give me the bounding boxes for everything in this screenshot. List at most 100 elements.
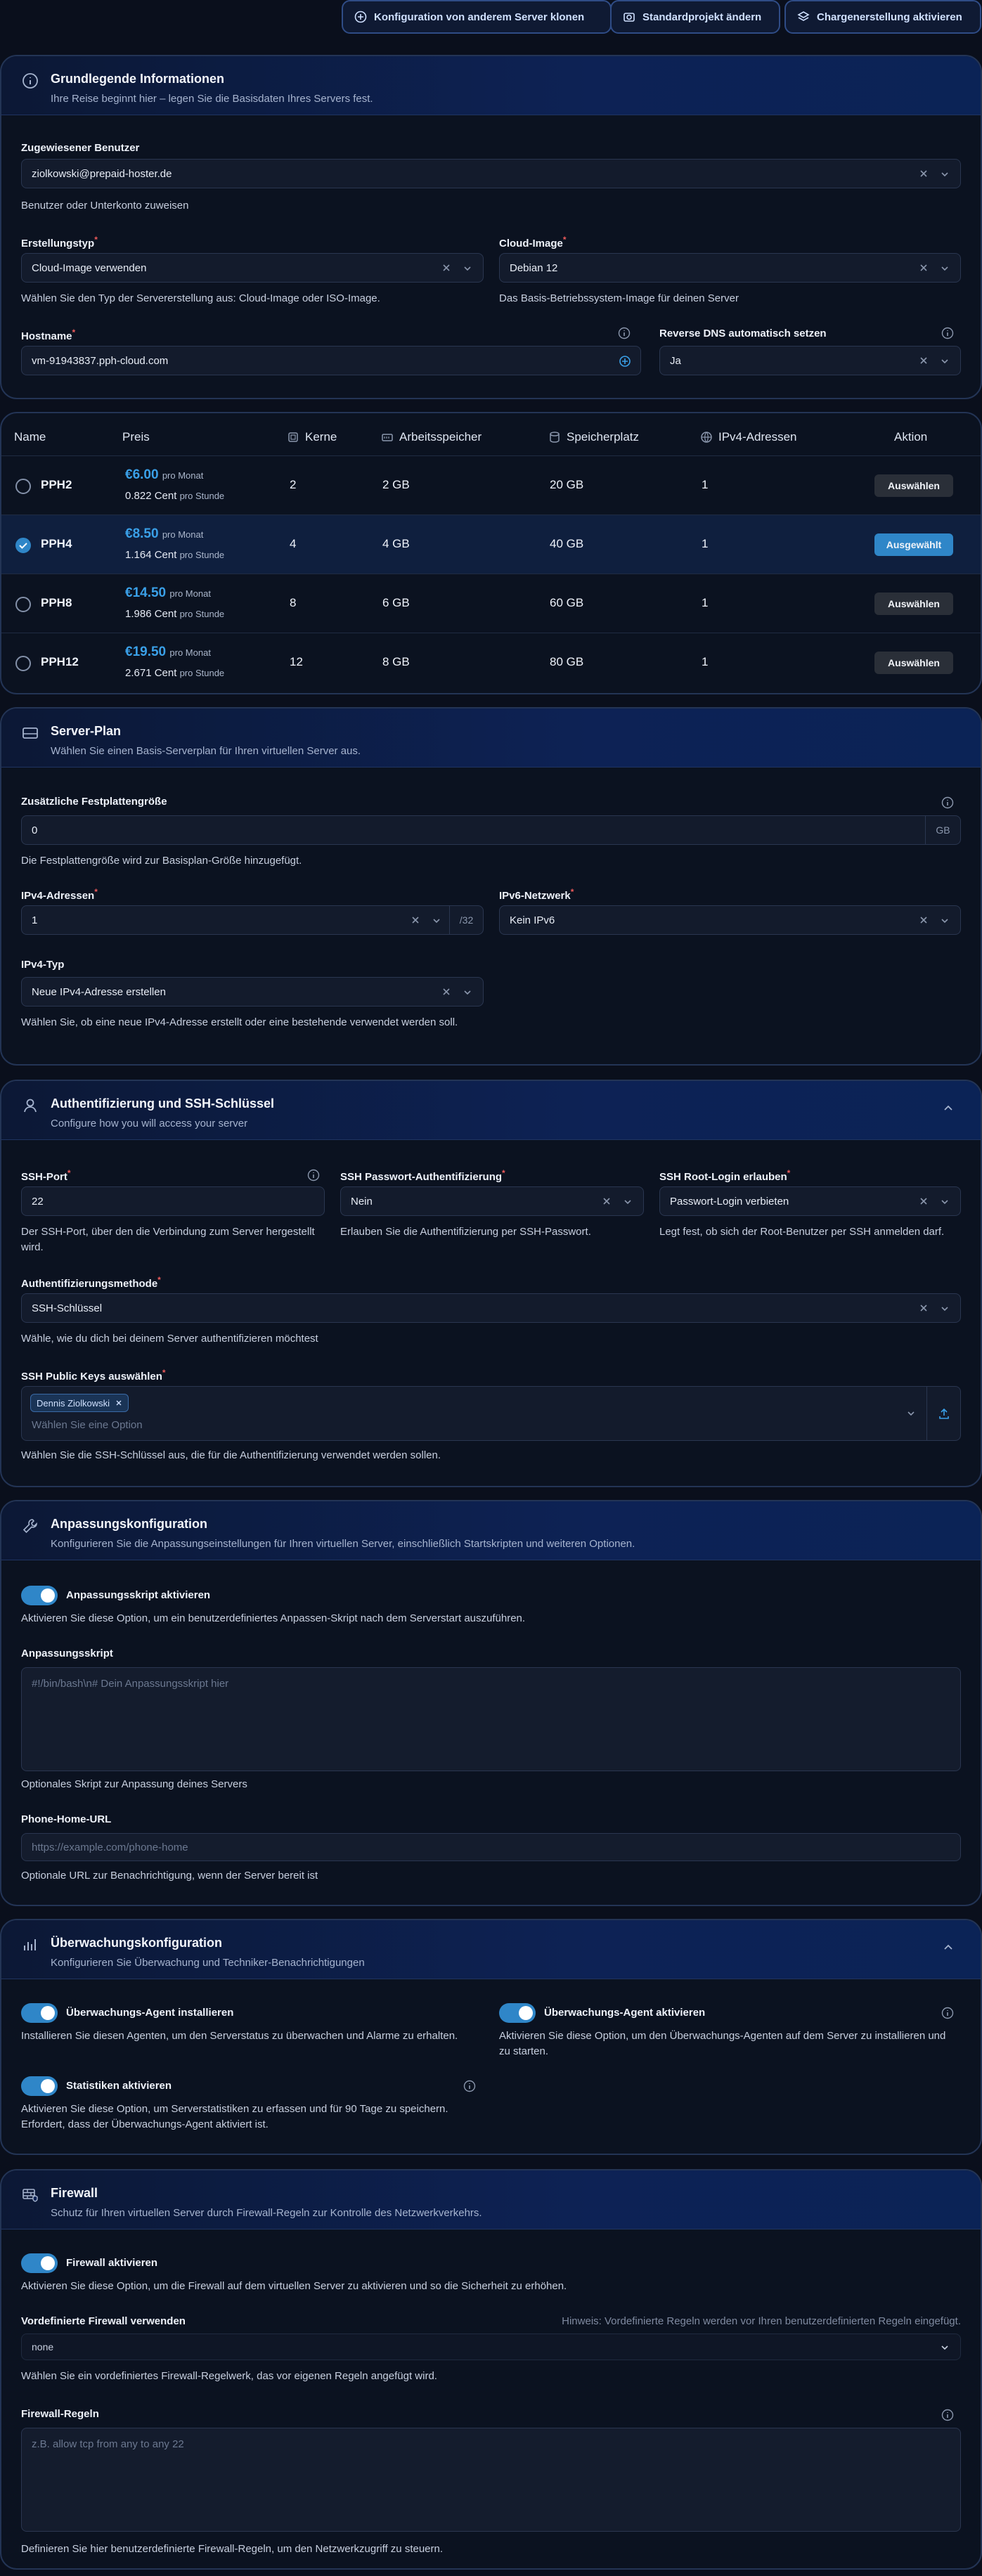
disk-size-input[interactable]: 0 GB [21,815,961,845]
chevron-down-icon[interactable] [939,915,950,926]
camera-icon [624,13,635,22]
plan-radio[interactable] [15,597,31,612]
chevron-down-icon[interactable] [939,2342,950,2353]
custom-script-toggle[interactable] [21,1586,58,1605]
col-name: Name [14,430,46,444]
ssh-port-input[interactable]: 22 [21,1186,325,1216]
clear-icon[interactable] [441,986,452,997]
custom-script-textarea[interactable]: #!/bin/bash\n# Dein Anpassungsskript hie… [21,1667,961,1771]
phone-home-input[interactable]: https://example.com/phone-home [21,1833,961,1861]
chevron-down-icon[interactable] [939,1196,950,1208]
hostname-label: Hostname* [21,328,76,342]
plan-radio[interactable] [15,479,31,494]
clear-icon[interactable] [601,1196,612,1207]
custom-header: Anpassungskonfiguration Konfigurieren Si… [1,1501,981,1560]
select-plan-button[interactable]: Auswählen [874,474,953,497]
monitoring-header[interactable]: Überwachungskonfiguration Konfigurieren … [1,1920,981,1979]
regenerate-icon[interactable] [618,354,632,368]
ipv4-suffix: /32 [449,906,483,934]
plan-row-pph12[interactable]: PPH12 €19.50 pro Monat 2.671 Cent pro St… [1,633,981,692]
plan-radio-checked[interactable] [15,538,31,553]
user-icon [24,1099,37,1113]
select-plan-button[interactable]: Auswählen [874,593,953,615]
ssh-root-select[interactable]: Passwort-Login verbieten [659,1186,961,1216]
auth-method-select[interactable]: SSH-Schlüssel [21,1293,961,1323]
chevron-down-icon[interactable] [622,1196,633,1208]
info-icon[interactable] [941,796,955,810]
basic-info-title: Grundlegende Informationen [51,72,225,86]
plan-radio[interactable] [15,656,31,671]
ssh-keys-select[interactable]: Dennis Ziolkowski Wählen Sie eine Option [21,1386,961,1441]
chevron-up-icon[interactable] [941,1101,955,1115]
auth-header[interactable]: Authentifizierung und SSH-Schlüssel Conf… [1,1081,981,1140]
batch-creation-button[interactable]: Chargenerstellung aktivieren [784,0,981,34]
upload-icon [938,1408,949,1419]
chevron-down-icon[interactable] [939,263,950,274]
custom-script-toggle-label: Anpassungsskript aktivieren [66,1589,211,1601]
plan-row-pph4[interactable]: PPH4 €8.50 pro Monat 1.164 Cent pro Stun… [1,514,981,574]
monitoring-subtitle: Konfigurieren Sie Überwachung und Techni… [51,1957,365,1969]
user-value: ziolkowski@prepaid-hoster.de [32,167,172,180]
change-default-project-button[interactable]: Standardprojekt ändern [610,0,780,34]
chevron-down-icon[interactable] [431,915,442,926]
ssh-root-value: Passwort-Login verbieten [670,1195,789,1208]
auth-subtitle: Configure how you will access your serve… [51,1118,248,1130]
chevron-down-icon[interactable] [939,356,950,367]
select-plan-button[interactable]: Auswählen [874,652,953,674]
ssh-keys-hint: Wählen Sie die SSH-Schlüssel aus, die fü… [21,1449,441,1461]
info-icon[interactable] [941,326,955,340]
hostname-input[interactable]: vm-91943837.pph-cloud.com [21,346,641,375]
clone-config-button[interactable]: Konfiguration von anderem Server klonen [342,0,612,34]
clear-icon[interactable] [918,914,929,926]
stats-label: Statistiken aktivieren [66,2080,172,2092]
ipv6-select[interactable]: Kein IPv6 [499,905,961,935]
remove-chip-icon[interactable] [115,1399,122,1406]
firewall-rules-textarea[interactable]: z.B. allow tcp from any to any 22 [21,2428,961,2532]
chevron-down-icon[interactable] [462,263,473,274]
plan-row-pph8[interactable]: PPH8 €14.50 pro Monat 1.986 Cent pro Stu… [1,574,981,633]
disk-size-label: Zusätzliche Festplattengröße [21,796,167,808]
disk-size-value: 0 [32,824,38,836]
ssh-keys-label: SSH Public Keys auswählen* [21,1368,166,1383]
agent-enable-toggle[interactable] [499,2003,536,2023]
firewall-toggle[interactable] [21,2253,58,2273]
cloud-image-select[interactable]: Debian 12 [499,253,961,283]
clear-icon[interactable] [441,262,452,273]
clear-icon[interactable] [918,1196,929,1207]
info-icon[interactable] [941,2006,955,2020]
info-icon[interactable] [463,2079,477,2093]
info-icon[interactable] [941,2408,955,2422]
upload-key-button[interactable] [926,1387,960,1440]
plan-ipv4: 1 [702,537,709,550]
clear-icon[interactable] [410,914,421,926]
basic-info-card: Grundlegende Informationen Ihre Reise be… [0,55,982,399]
phone-home-placeholder: https://example.com/phone-home [32,1841,188,1853]
rdns-select[interactable]: Ja [659,346,961,375]
auth-method-value: SSH-Schlüssel [32,1302,103,1314]
chevron-down-icon[interactable] [905,1408,917,1419]
ssh-key-chip[interactable]: Dennis Ziolkowski [30,1394,129,1412]
ipv4-type-select[interactable]: Neue IPv4-Adresse erstellen [21,977,484,1007]
clear-icon[interactable] [918,355,929,366]
col-cores: Kerne [287,430,337,444]
info-icon[interactable] [306,1168,321,1182]
ssh-password-select[interactable]: Nein [340,1186,644,1216]
chevron-down-icon[interactable] [939,169,950,180]
chevron-up-icon[interactable] [941,1940,955,1954]
clear-icon[interactable] [918,168,929,179]
chevron-down-icon[interactable] [939,1303,950,1314]
selected-plan-button[interactable]: Ausgewählt [874,533,953,556]
ipv4-count-input[interactable]: 1 /32 [21,905,484,935]
predef-firewall-select[interactable]: none [21,2334,961,2360]
auth-method-hint: Wähle, wie du dich bei deinem Server aut… [21,1333,318,1345]
agent-enable-hint: Aktivieren Sie diese Option, um den Über… [499,2030,946,2057]
chevron-down-icon[interactable] [462,987,473,998]
creation-type-select[interactable]: Cloud-Image verwenden [21,253,484,283]
clear-icon[interactable] [918,1302,929,1314]
clear-icon[interactable] [918,262,929,273]
user-select[interactable]: ziolkowski@prepaid-hoster.de [21,159,961,188]
info-icon[interactable] [617,326,631,340]
agent-install-toggle[interactable] [21,2003,58,2023]
stats-toggle[interactable] [21,2076,58,2096]
plan-row-pph2[interactable]: PPH2 €6.00 pro Monat 0.822 Cent pro Stun… [1,455,981,514]
